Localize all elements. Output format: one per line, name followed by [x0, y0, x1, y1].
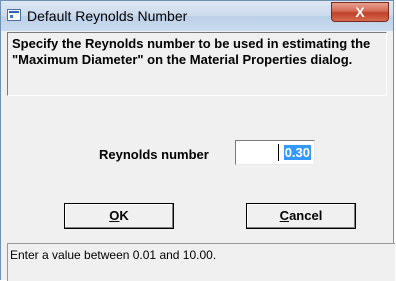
- reynolds-number-label: Reynolds number: [99, 147, 209, 162]
- status-text: Enter a value between 0.01 and 10.00.: [10, 248, 217, 262]
- ok-rest: K: [119, 208, 129, 223]
- description-panel: Specify the Reynolds number to be used i…: [7, 32, 387, 96]
- close-button[interactable]: X: [331, 2, 389, 22]
- cancel-button[interactable]: Cancel: [246, 203, 356, 229]
- title-bar[interactable]: Default Reynolds Number X: [1, 1, 393, 31]
- reynolds-number-input[interactable]: 0.30: [235, 140, 315, 165]
- ok-accelerator: O: [109, 208, 120, 223]
- dialog-window: Default Reynolds Number X Specify the Re…: [0, 0, 395, 281]
- cancel-accelerator: C: [279, 208, 290, 223]
- status-bar: Enter a value between 0.01 and 10.00.: [7, 243, 395, 281]
- window-title: Default Reynolds Number: [27, 8, 188, 24]
- description-text: Specify the Reynolds number to be used i…: [12, 36, 371, 67]
- reynolds-number-value: 0.30: [283, 145, 311, 160]
- ok-button[interactable]: OK: [64, 203, 174, 229]
- app-window-icon: [7, 9, 21, 21]
- cancel-rest: ancel: [289, 208, 323, 223]
- text-caret: [278, 144, 279, 161]
